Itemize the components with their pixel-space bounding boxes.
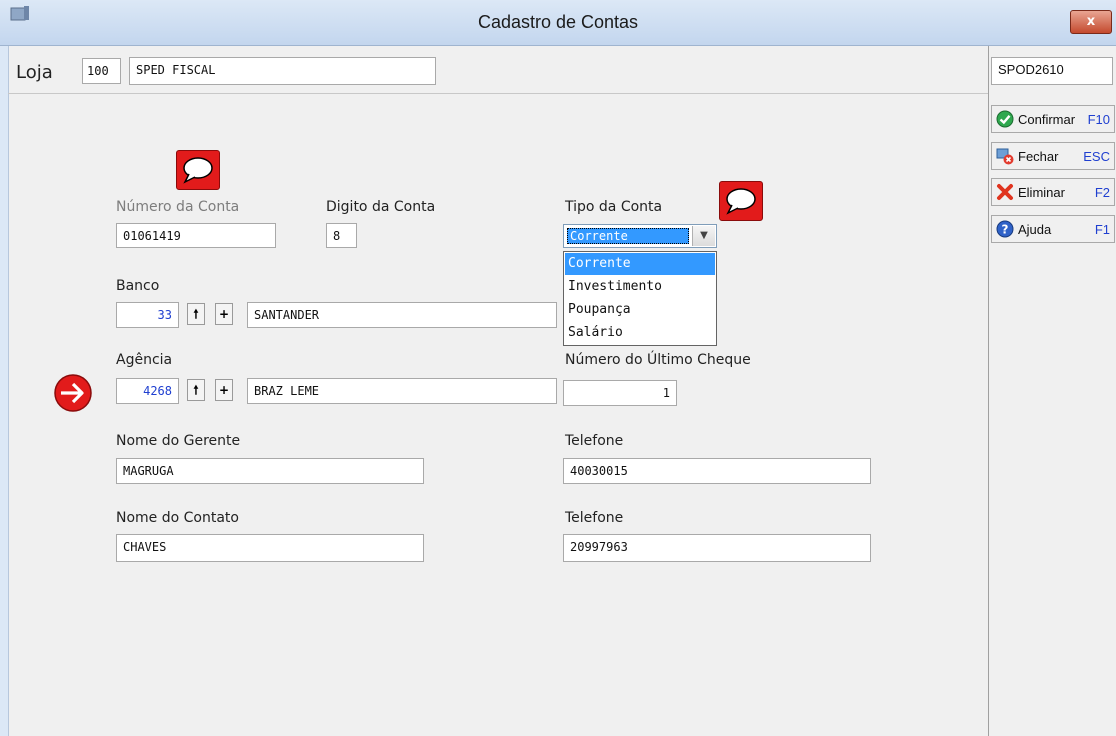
tipo-conta-label: Tipo da Conta	[565, 199, 663, 215]
delete-label: Eliminar	[1018, 185, 1065, 200]
window: Cadastro de Contas x Loja 100 SPED FISCA…	[0, 0, 1116, 736]
gerente-label: Nome do Gerente	[116, 433, 241, 449]
svg-text:?: ?	[1002, 223, 1009, 237]
check-icon	[996, 110, 1014, 128]
close-label: Fechar	[1018, 149, 1059, 164]
program-code-field: SPOD2610	[991, 57, 1113, 85]
agencia-add-button[interactable]: +	[215, 379, 233, 401]
close-window-icon	[996, 148, 1014, 165]
option-investimento[interactable]: Investimento	[565, 276, 715, 298]
numero-conta-label: Número da Conta	[116, 199, 240, 215]
delete-x-icon	[997, 184, 1013, 200]
gerente-field[interactable]: MAGRUGA	[116, 458, 424, 484]
digito-conta-label: Digito da Conta	[326, 199, 436, 215]
arrow-right-icon	[54, 374, 92, 412]
banco-add-button[interactable]: +	[215, 303, 233, 325]
header-divider	[8, 93, 988, 94]
confirm-button[interactable]: Confirmar F10	[991, 105, 1115, 133]
comment-icon[interactable]	[176, 150, 220, 190]
ultimo-cheque-label: Número do Último Cheque	[565, 352, 751, 368]
tipo-conta-select[interactable]: Corrente ▼	[563, 224, 717, 248]
telefone-gerente-field[interactable]: 40030015	[563, 458, 871, 484]
telefone-contato-label: Telefone	[565, 510, 624, 526]
contato-field[interactable]: CHAVES	[116, 534, 424, 562]
agencia-code-field[interactable]: 4268	[116, 378, 179, 404]
close-window-button[interactable]: x	[1070, 10, 1112, 34]
help-label: Ajuda	[1018, 222, 1052, 237]
agencia-name-field[interactable]: BRAZ LEME	[247, 378, 557, 404]
option-salario[interactable]: Salário	[565, 322, 715, 344]
telefone-contato-field[interactable]: 20997963	[563, 534, 871, 562]
numero-conta-field[interactable]: 01061419	[116, 223, 276, 248]
delete-button[interactable]: Eliminar F2	[991, 178, 1115, 206]
close-button[interactable]: Fechar ESC	[991, 142, 1115, 170]
contato-label: Nome do Contato	[116, 510, 239, 526]
banco-code-field[interactable]: 33	[116, 302, 179, 328]
loja-name-field[interactable]: SPED FISCAL	[129, 57, 436, 85]
help-button[interactable]: ? Ajuda F1	[991, 215, 1115, 243]
comment-icon[interactable]	[719, 181, 763, 221]
window-title: Cadastro de Contas	[477, 12, 639, 32]
ultimo-cheque-field[interactable]: 1	[563, 380, 677, 406]
confirm-shortcut: F10	[1087, 112, 1110, 127]
window-left-border	[0, 46, 9, 736]
telefone-gerente-label: Telefone	[565, 433, 624, 449]
loja-code-field[interactable]: 100	[82, 58, 121, 84]
help-icon: ?	[996, 220, 1014, 238]
banco-up-button[interactable]: 🠕	[187, 303, 205, 325]
delete-shortcut: F2	[1094, 185, 1110, 200]
tipo-conta-selected: Corrente	[567, 228, 689, 244]
speech-bubble-icon	[183, 157, 213, 184]
option-poupanca[interactable]: Poupança	[565, 299, 715, 321]
banco-name-field[interactable]: SANTANDER	[247, 302, 557, 328]
sidebar-divider	[988, 46, 989, 736]
title-bar: Cadastro de Contas x	[0, 0, 1116, 46]
confirm-label: Confirmar	[1018, 112, 1076, 127]
speech-bubble-icon	[726, 188, 756, 215]
chevron-down-icon[interactable]: ▼	[692, 226, 715, 246]
option-corrente[interactable]: Corrente	[565, 253, 715, 275]
help-shortcut: F1	[1094, 222, 1110, 237]
digito-conta-field[interactable]: 8	[326, 223, 357, 248]
agencia-up-button[interactable]: 🠕	[187, 379, 205, 401]
tipo-conta-options: Corrente Investimento Poupança Salário	[563, 251, 717, 346]
agencia-label: Agência	[116, 352, 173, 368]
loja-label: Loja	[16, 62, 53, 83]
banco-label: Banco	[116, 278, 160, 294]
close-shortcut: ESC	[1083, 149, 1110, 164]
